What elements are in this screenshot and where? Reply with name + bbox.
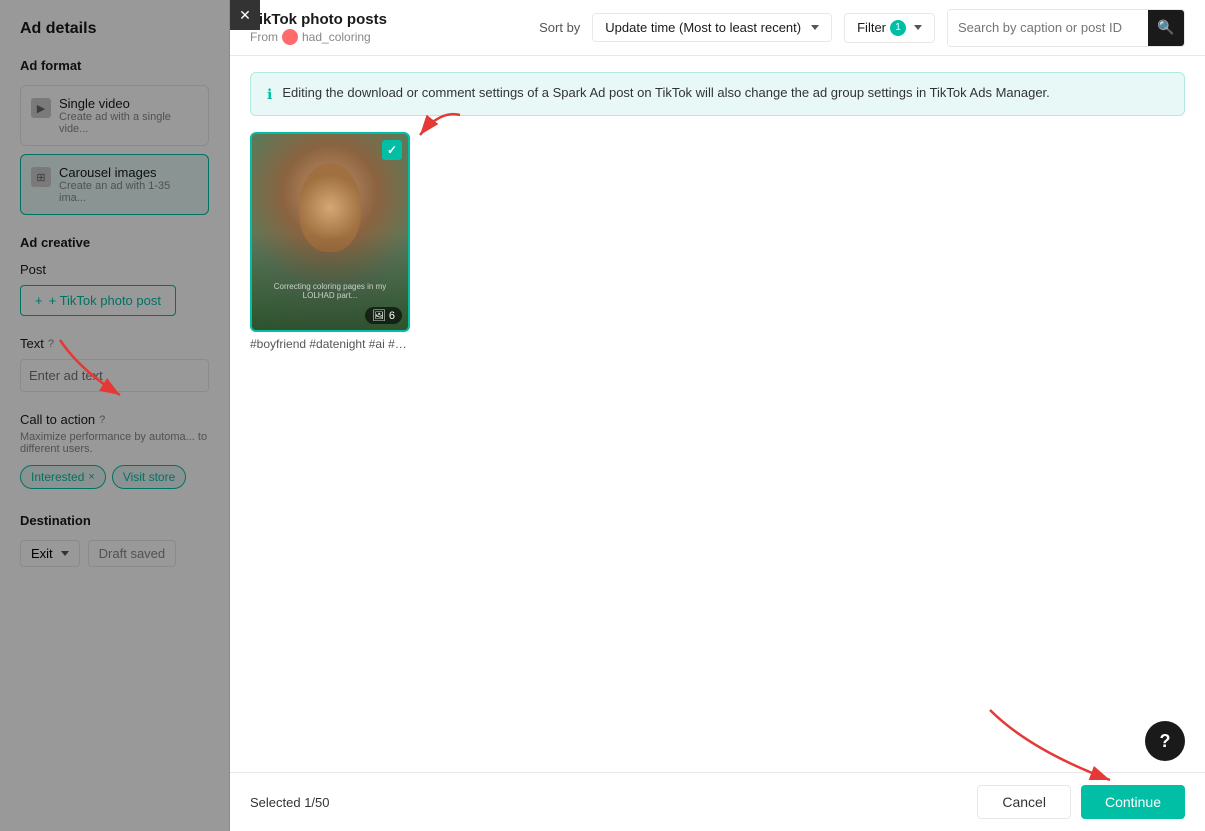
close-icon: ✕ — [239, 7, 251, 24]
check-icon: ✓ — [387, 143, 397, 157]
info-icon: ℹ — [267, 86, 272, 103]
header-controls: Sort by Update time (Most to least recen… — [539, 9, 1185, 47]
search-box: 🔍 — [947, 9, 1185, 47]
sort-by-label: Sort by — [539, 20, 580, 35]
footer-buttons: Cancel Continue — [977, 785, 1185, 819]
modal-title: TikTok photo posts — [250, 11, 387, 28]
post-thumbnail — [252, 134, 408, 330]
modal-title-area: TikTok photo posts From had_coloring — [250, 11, 387, 45]
help-button[interactable]: ? — [1145, 721, 1185, 761]
modal-from: From had_coloring — [250, 29, 387, 45]
post-grid: Correcting coloring pages in my LOLHAD p… — [250, 132, 1185, 351]
post-caption: #boyfriend #datenight #ai #c... — [250, 337, 410, 351]
search-icon: 🔍 — [1157, 19, 1174, 36]
post-card[interactable]: Correcting coloring pages in my LOLHAD p… — [250, 132, 410, 351]
modal-body: ℹ Editing the download or comment settin… — [230, 56, 1205, 772]
count-value: 6 — [389, 310, 395, 322]
tiktok-photo-posts-modal: TikTok photo posts From had_coloring Sor… — [230, 0, 1205, 831]
sort-chevron-icon — [811, 25, 819, 30]
selected-count: Selected 1/50 — [250, 795, 330, 810]
close-modal-button[interactable]: ✕ — [230, 0, 260, 30]
cancel-button[interactable]: Cancel — [977, 785, 1071, 819]
sort-select[interactable]: Update time (Most to least recent) — [592, 13, 832, 42]
filter-button[interactable]: Filter 1 — [844, 13, 935, 43]
info-banner: ℹ Editing the download or comment settin… — [250, 72, 1185, 116]
avatar — [282, 29, 298, 45]
filter-label: Filter — [857, 20, 886, 35]
modal-footer: Selected 1/50 Cancel Continue — [230, 772, 1205, 831]
post-image-count: 🖼 6 — [365, 307, 402, 324]
post-selected-checkbox[interactable]: ✓ — [382, 140, 402, 160]
image-icon: 🖼 — [372, 309, 386, 322]
continue-button[interactable]: Continue — [1081, 785, 1185, 819]
help-icon: ? — [1160, 731, 1171, 752]
username: had_coloring — [302, 30, 371, 44]
post-image: Correcting coloring pages in my LOLHAD p… — [250, 132, 410, 332]
post-overlay: Correcting coloring pages in my LOLHAD p… — [252, 282, 408, 300]
search-input[interactable] — [948, 14, 1148, 41]
info-text: Editing the download or comment settings… — [282, 85, 1049, 100]
search-button[interactable]: 🔍 — [1148, 10, 1184, 46]
filter-chevron-icon — [914, 25, 922, 30]
sort-value: Update time (Most to least recent) — [605, 20, 801, 35]
filter-badge: 1 — [890, 20, 906, 36]
modal-header: TikTok photo posts From had_coloring Sor… — [230, 0, 1205, 56]
